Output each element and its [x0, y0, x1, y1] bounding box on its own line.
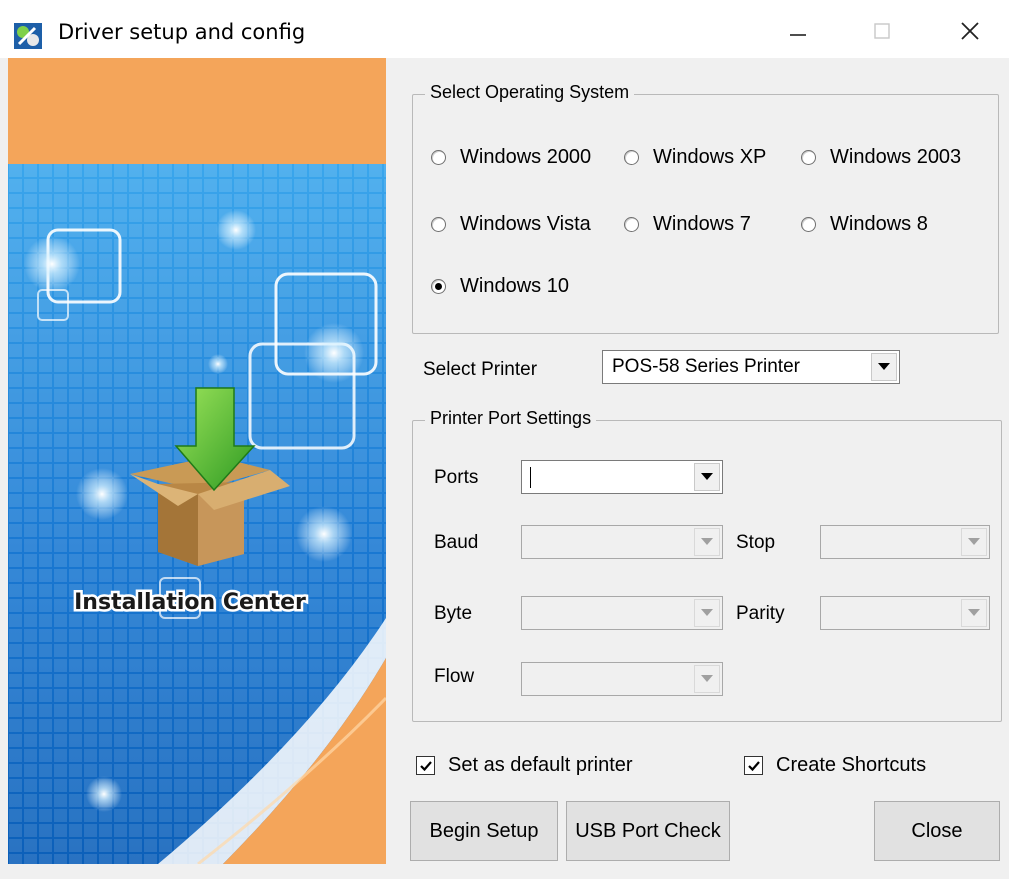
stop-label: Stop: [736, 532, 776, 553]
chevron-down-icon: [694, 665, 720, 693]
banner-caption: Installation Center: [74, 590, 306, 615]
window-title: Driver setup and config: [58, 20, 306, 44]
setup-window: Driver setup and config Installation Cen…: [0, 0, 1009, 879]
chevron-down-icon[interactable]: [871, 353, 897, 381]
close-icon: [959, 20, 981, 47]
radio-label: Windows Vista: [460, 213, 591, 235]
default-printer-checkbox[interactable]: Set as default printer: [416, 754, 633, 777]
maximize-button: [852, 8, 912, 58]
radio-indicator: [801, 150, 816, 165]
installation-banner: Installation Center: [8, 58, 386, 864]
begin-setup-button[interactable]: Begin Setup: [410, 801, 558, 861]
parity-label: Parity: [736, 603, 785, 624]
chevron-down-icon: [961, 599, 987, 627]
radio-indicator: [801, 217, 816, 232]
checkmark-icon: [416, 756, 435, 775]
printer-select-value: POS-58 Series Printer: [612, 356, 800, 377]
flow-select[interactable]: [521, 662, 723, 696]
radio-windows-8[interactable]: Windows 8: [801, 213, 928, 236]
chevron-down-icon[interactable]: [694, 463, 720, 491]
byte-label: Byte: [434, 603, 473, 624]
radio-indicator: [624, 217, 639, 232]
chevron-down-icon: [694, 528, 720, 556]
text-caret: [530, 467, 531, 488]
port-group-label: Printer Port Settings: [425, 408, 597, 429]
checkmark-icon: [744, 756, 763, 775]
radio-indicator: [624, 150, 639, 165]
radio-indicator: [431, 150, 446, 165]
printer-select[interactable]: POS-58 Series Printer: [602, 350, 900, 384]
radio-label: Windows 10: [460, 275, 569, 297]
radio-label: Windows 8: [830, 213, 928, 235]
radio-indicator: [431, 217, 446, 232]
select-printer-label: Select Printer: [423, 359, 538, 380]
default-printer-label: Set as default printer: [448, 754, 633, 776]
minimize-icon: [788, 21, 808, 46]
ports-select[interactable]: [521, 460, 723, 494]
title-bar[interactable]: Driver setup and config: [0, 0, 1009, 58]
radio-windows-10[interactable]: Windows 10: [431, 275, 569, 298]
baud-select[interactable]: [521, 525, 723, 559]
os-group-label: Select Operating System: [425, 82, 635, 103]
radio-windows-2000[interactable]: Windows 2000: [431, 146, 591, 169]
ports-label: Ports: [434, 467, 479, 488]
usb-port-check-button[interactable]: USB Port Check: [566, 801, 730, 861]
radio-label: Windows 7: [653, 213, 751, 235]
close-window-button[interactable]: [940, 8, 1000, 58]
radio-windows-2003[interactable]: Windows 2003: [801, 146, 961, 169]
radio-label: Windows 2003: [830, 146, 962, 168]
radio-label: Windows XP: [653, 146, 767, 168]
setup-app-icon: [13, 22, 43, 50]
baud-label: Baud: [434, 532, 479, 553]
create-shortcuts-checkbox[interactable]: Create Shortcuts: [744, 754, 926, 777]
parity-select[interactable]: [820, 596, 990, 630]
chevron-down-icon: [961, 528, 987, 556]
maximize-icon: [872, 21, 892, 46]
stop-select[interactable]: [820, 525, 990, 559]
radio-windows-vista[interactable]: Windows Vista: [431, 213, 591, 236]
byte-select[interactable]: [521, 596, 723, 630]
radio-windows-xp[interactable]: Windows XP: [624, 146, 766, 169]
radio-windows-7[interactable]: Windows 7: [624, 213, 751, 236]
chevron-down-icon: [694, 599, 720, 627]
close-button[interactable]: Close: [874, 801, 1000, 861]
radio-indicator: [431, 279, 446, 294]
minimize-button[interactable]: [768, 8, 828, 58]
dialog-client-area: Installation Center Select Operating Sys…: [0, 58, 1009, 879]
flow-label: Flow: [434, 666, 475, 687]
radio-label: Windows 2000: [460, 146, 592, 168]
create-shortcuts-label: Create Shortcuts: [776, 754, 927, 776]
